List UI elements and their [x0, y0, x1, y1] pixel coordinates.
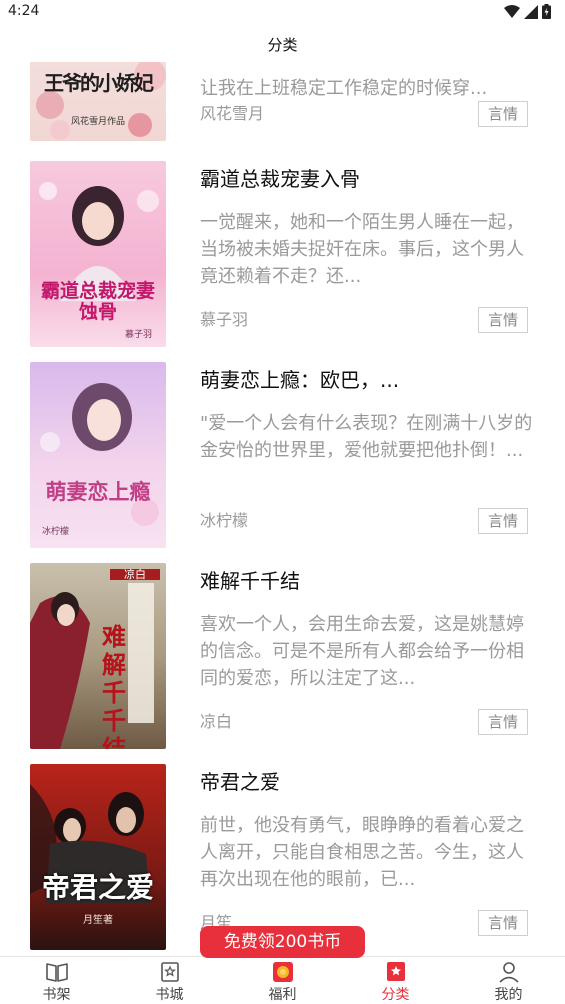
book-item[interactable]: 难解千千结 凉白 难解千千结 喜欢一个人，会用生命去爱，这是姚慧婷的信念。可是不…	[0, 563, 565, 749]
nav-label: 福利	[268, 987, 297, 1003]
book-title[interactable]: 萌妻恋上瘾：欧巴，...	[200, 364, 399, 393]
book-author: 凉白	[200, 712, 233, 731]
nav-item-welfare[interactable]: 福利	[226, 957, 339, 1004]
nav-label: 书架	[42, 987, 71, 1003]
cover-title: 王爷的小娇妃	[44, 71, 154, 95]
cover-title: 帝君之爱	[41, 871, 154, 904]
status-icons	[504, 4, 551, 19]
cover-author: 慕子羽	[124, 330, 152, 340]
book-description: 喜欢一个人，会用生命去爱，这是姚慧婷的信念。可是不是所有人都会给予一份相同的爱恋…	[200, 614, 524, 689]
book-cover[interactable]: 萌妻恋上瘾 冰柠檬	[30, 362, 166, 548]
free-coins-banner[interactable]: 免费领200书币	[200, 926, 365, 958]
nav-item-profile[interactable]: 我的	[452, 957, 565, 1004]
book-item[interactable]: 帝君之爱 月笙著 帝君之爱 前世，他没有勇气，眼睁睁的看着心爱之人离开，只能自食…	[0, 764, 565, 950]
status-bar: 4:24	[0, 0, 565, 24]
cover-author: 冰柠檬	[42, 527, 70, 537]
book-item[interactable]: 王爷的小娇妃 风花雪月作品 让我在上班稳定工作稳定的时候穿... 风花雪月 言情	[0, 62, 565, 141]
cover-author: 风花雪月作品	[70, 117, 125, 127]
store-icon	[160, 962, 179, 982]
gift-icon	[272, 962, 293, 982]
book-cover[interactable]: 难解千千结 凉白	[30, 563, 166, 749]
book-genre-tag[interactable]: 言情	[478, 910, 528, 936]
book-author: 冰柠檬	[200, 511, 249, 530]
page-title: 分类	[267, 36, 298, 54]
signal-icon	[524, 4, 538, 19]
nav-label: 书城	[155, 987, 184, 1003]
book-title[interactable]: 难解千千结	[200, 565, 300, 594]
title-bar: 分类	[0, 24, 565, 62]
book-description: 一觉醒来，她和一个陌生男人睡在一起，当场被未婚夫捉奸在床。事后，这个男人竟还赖着…	[200, 212, 524, 287]
cover-title: 难解千千结	[102, 622, 126, 750]
profile-icon	[498, 962, 519, 983]
book-item[interactable]: 霸道总裁宠妻蚀骨 慕子羽 霸道总裁宠妻入骨 一觉醒来，她和一个陌生男人睡在一起，…	[0, 161, 565, 347]
nav-label: 分类	[381, 987, 410, 1003]
book-genre-tag[interactable]: 言情	[478, 307, 528, 333]
cover-author: 月笙著	[83, 915, 113, 926]
nav-item-bookshelf[interactable]: 书架	[0, 957, 113, 1004]
book-title[interactable]: 霸道总裁宠妻入骨	[200, 163, 360, 192]
bottom-nav: 书架 书城 福利 分类 我的	[0, 956, 565, 1004]
book-author: 慕子羽	[200, 310, 249, 329]
book-item[interactable]: 萌妻恋上瘾 冰柠檬 萌妻恋上瘾：欧巴，... "爱一个人会有什么表现？在刚满十八…	[0, 362, 565, 548]
book-cover[interactable]: 王爷的小娇妃 风花雪月作品	[30, 62, 166, 141]
book-cover[interactable]: 帝君之爱 月笙著	[30, 764, 166, 950]
wifi-icon	[504, 4, 520, 18]
cover-title: 萌妻恋上瘾	[45, 479, 151, 504]
book-genre-tag[interactable]: 言情	[478, 508, 528, 534]
book-genre-tag[interactable]: 言情	[478, 709, 528, 735]
book-list[interactable]: 王爷的小娇妃 风花雪月作品 让我在上班稳定工作稳定的时候穿... 风花雪月 言情…	[0, 62, 565, 956]
cover-title: 霸道总裁宠妻蚀骨	[40, 280, 155, 323]
nav-item-category[interactable]: 分类	[339, 957, 452, 1004]
nav-label: 我的	[494, 987, 523, 1003]
book-cover[interactable]: 霸道总裁宠妻蚀骨 慕子羽	[30, 161, 166, 347]
battery-icon	[542, 4, 551, 19]
book-description: "爱一个人会有什么表现？在刚满十八岁的金安怡的世界里，爱他就要把他扑倒！...	[200, 413, 533, 461]
book-author: 风花雪月	[200, 104, 265, 123]
book-description: 前世，他没有勇气，眼睁睁的看着心爱之人离开，只能自食相思之苦。今生，这人再次出现…	[200, 815, 524, 890]
book-title[interactable]: 帝君之爱	[200, 766, 280, 795]
status-time: 4:24	[8, 3, 40, 19]
cover-author: 凉白	[110, 569, 160, 580]
category-icon	[386, 962, 405, 981]
book-icon	[45, 963, 68, 982]
nav-item-bookstore[interactable]: 书城	[113, 957, 226, 1004]
book-genre-tag[interactable]: 言情	[478, 101, 528, 127]
cover-art	[30, 362, 166, 548]
